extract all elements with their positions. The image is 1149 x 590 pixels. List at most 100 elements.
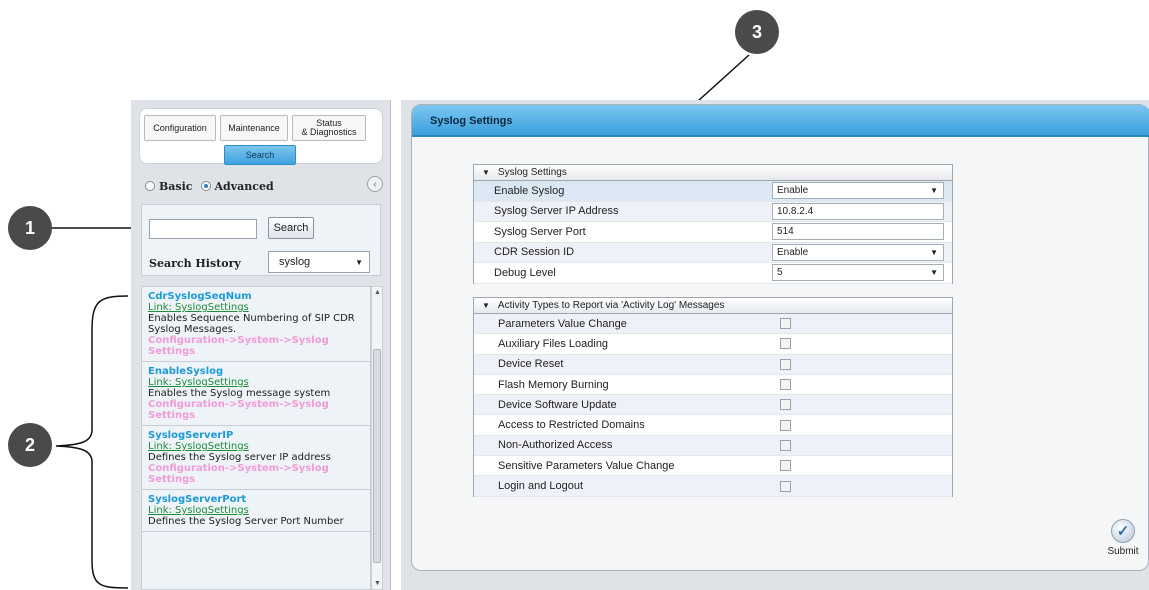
scroll-thumb[interactable] (373, 349, 381, 563)
page-title-bar: Syslog Settings (412, 105, 1149, 137)
collapse-triangle-icon[interactable]: ▼ (482, 301, 490, 310)
result-link[interactable]: Link: SyslogSettings (148, 377, 365, 388)
activity-label: Auxiliary Files Loading (498, 337, 609, 350)
nav-tab-bar: Configuration Maintenance Status & Diagn… (139, 108, 383, 165)
collapse-triangle-icon[interactable]: ▼ (482, 168, 490, 177)
activity-row: Sensitive Parameters Value Change (474, 456, 952, 477)
activity-row: Parameters Value Change (474, 314, 952, 335)
collapse-pane-icon[interactable]: ‹ (367, 176, 383, 192)
group-title: Activity Types to Report via 'Activity L… (497, 300, 725, 311)
search-result-item: CdrSyslogSeqNum Link: SyslogSettings Ena… (142, 287, 370, 362)
activity-checkbox[interactable] (780, 460, 791, 472)
select-value: Enable (777, 246, 809, 258)
chevron-down-icon: ▼ (355, 257, 363, 267)
activity-checkbox[interactable] (780, 379, 791, 391)
field-value: 514 (777, 226, 794, 238)
syslog-server-ip-field[interactable]: 10.8.2.4 (772, 202, 944, 220)
activity-row: Auxiliary Files Loading (474, 334, 952, 355)
result-description: Enables the Syslog message system (148, 388, 331, 399)
search-history-label: Search History (149, 257, 241, 270)
activity-checkbox[interactable] (780, 358, 791, 370)
param-row-debug-level: Debug Level 5 ▼ (474, 263, 952, 284)
syslog-server-port-field[interactable]: 514 (772, 223, 944, 241)
result-parameter-name: SyslogServerPort (148, 494, 247, 505)
result-path: Configuration->System->Syslog Settings (148, 335, 329, 357)
callout-3: 3 (735, 10, 779, 54)
activity-label: Sensitive Parameters Value Change (498, 459, 675, 472)
group-header[interactable]: ▼ Syslog Settings (474, 165, 952, 181)
search-panel: Search Search History syslog ▼ (141, 204, 381, 276)
param-label: Syslog Server Port (494, 225, 586, 238)
work-pane: Syslog Settings ▼ Syslog Settings Enable… (401, 100, 1149, 590)
advanced-label: Advanced (214, 179, 274, 193)
enable-syslog-select[interactable]: Enable ▼ (772, 182, 944, 200)
param-label: Debug Level (494, 266, 556, 279)
param-row-server-port: Syslog Server Port 514 (474, 222, 952, 243)
activity-label: Flash Memory Burning (498, 378, 609, 391)
select-value: Enable (777, 185, 809, 197)
tab-status-diagnostics[interactable]: Status & Diagnostics (292, 115, 366, 141)
param-row-cdr-session-id: CDR Session ID Enable ▼ (474, 242, 952, 263)
param-row-enable-syslog: Enable Syslog Enable ▼ (474, 181, 952, 202)
search-button[interactable]: Search (268, 217, 314, 239)
activity-checkbox[interactable] (780, 439, 791, 451)
activity-checkbox[interactable] (780, 399, 791, 411)
result-path: Configuration->System->Syslog Settings (148, 463, 329, 485)
activity-types-group: ▼ Activity Types to Report via 'Activity… (473, 297, 953, 497)
activity-row: Device Software Update (474, 395, 952, 416)
activity-row: Device Reset (474, 354, 952, 375)
tab-configuration[interactable]: Configuration (144, 115, 216, 141)
search-tab[interactable]: Search (224, 145, 296, 165)
result-link[interactable]: Link: SyslogSettings (148, 505, 365, 516)
result-description: Enables Sequence Numbering of SIP CDR Sy… (148, 313, 355, 335)
activity-checkbox[interactable] (780, 480, 791, 492)
activity-label: Access to Restricted Domains (498, 419, 645, 432)
param-label: Enable Syslog (494, 184, 565, 197)
chevron-down-icon: ▼ (930, 268, 938, 278)
basic-label: Basic (159, 179, 193, 193)
search-input[interactable] (149, 219, 257, 239)
activity-row: Login and Logout (474, 476, 952, 497)
search-result-item: SyslogServerPort Link: SyslogSettings De… (142, 490, 370, 532)
basic-radio[interactable] (145, 181, 155, 191)
chevron-down-icon: ▼ (930, 247, 938, 257)
tab-maintenance[interactable]: Maintenance (220, 115, 288, 141)
checkmark-icon: ✓ (1111, 519, 1135, 543)
activity-label: Device Reset (498, 358, 564, 371)
result-link[interactable]: Link: SyslogSettings (148, 302, 365, 313)
activity-label: Login and Logout (498, 480, 584, 493)
cdr-session-id-select[interactable]: Enable ▼ (772, 243, 944, 261)
advanced-radio[interactable] (200, 181, 211, 191)
group-header[interactable]: ▼ Activity Types to Report via 'Activity… (474, 298, 952, 314)
search-result-item: EnableSyslog Link: SyslogSettings Enable… (142, 362, 370, 426)
field-value: 10.8.2.4 (777, 205, 814, 217)
content-frame: Syslog Settings ▼ Syslog Settings Enable… (411, 104, 1149, 571)
search-mode-selector: Basic Advanced (145, 178, 385, 194)
result-link[interactable]: Link: SyslogSettings (148, 441, 365, 452)
submit-label: Submit (1107, 546, 1139, 557)
submit-button[interactable]: ✓ Submit (1103, 519, 1143, 563)
search-history-value: syslog (279, 256, 311, 268)
activity-checkbox[interactable] (780, 419, 791, 431)
chevron-down-icon: ▼ (930, 186, 938, 196)
param-label: CDR Session ID (494, 246, 575, 259)
debug-level-select[interactable]: 5 ▼ (772, 264, 944, 282)
result-parameter-name: CdrSyslogSeqNum (148, 291, 252, 302)
param-label: Syslog Server IP Address (494, 205, 619, 218)
result-path: Configuration->System->Syslog Settings (148, 399, 329, 421)
navigation-pane: Configuration Maintenance Status & Diagn… (131, 100, 391, 590)
result-description: Defines the Syslog Server Port Number (148, 516, 344, 527)
search-results-list: CdrSyslogSeqNum Link: SyslogSettings Ena… (141, 286, 371, 590)
activity-checkbox[interactable] (780, 338, 791, 350)
search-history-select[interactable]: syslog ▼ (268, 251, 370, 273)
activity-checkbox[interactable] (780, 318, 791, 330)
activity-row: Flash Memory Burning (474, 375, 952, 396)
result-description: Defines the Syslog server IP address (148, 452, 331, 463)
activity-row: Non-Authorized Access (474, 435, 952, 457)
result-parameter-name: SyslogServerIP (148, 430, 234, 441)
scroll-up-icon[interactable]: ▲ (374, 289, 381, 296)
scroll-down-icon[interactable]: ▼ (374, 580, 381, 587)
results-scrollbar[interactable]: ▲ ▼ (371, 286, 383, 590)
result-parameter-name: EnableSyslog (148, 366, 224, 377)
callout-2: 2 (8, 423, 52, 467)
